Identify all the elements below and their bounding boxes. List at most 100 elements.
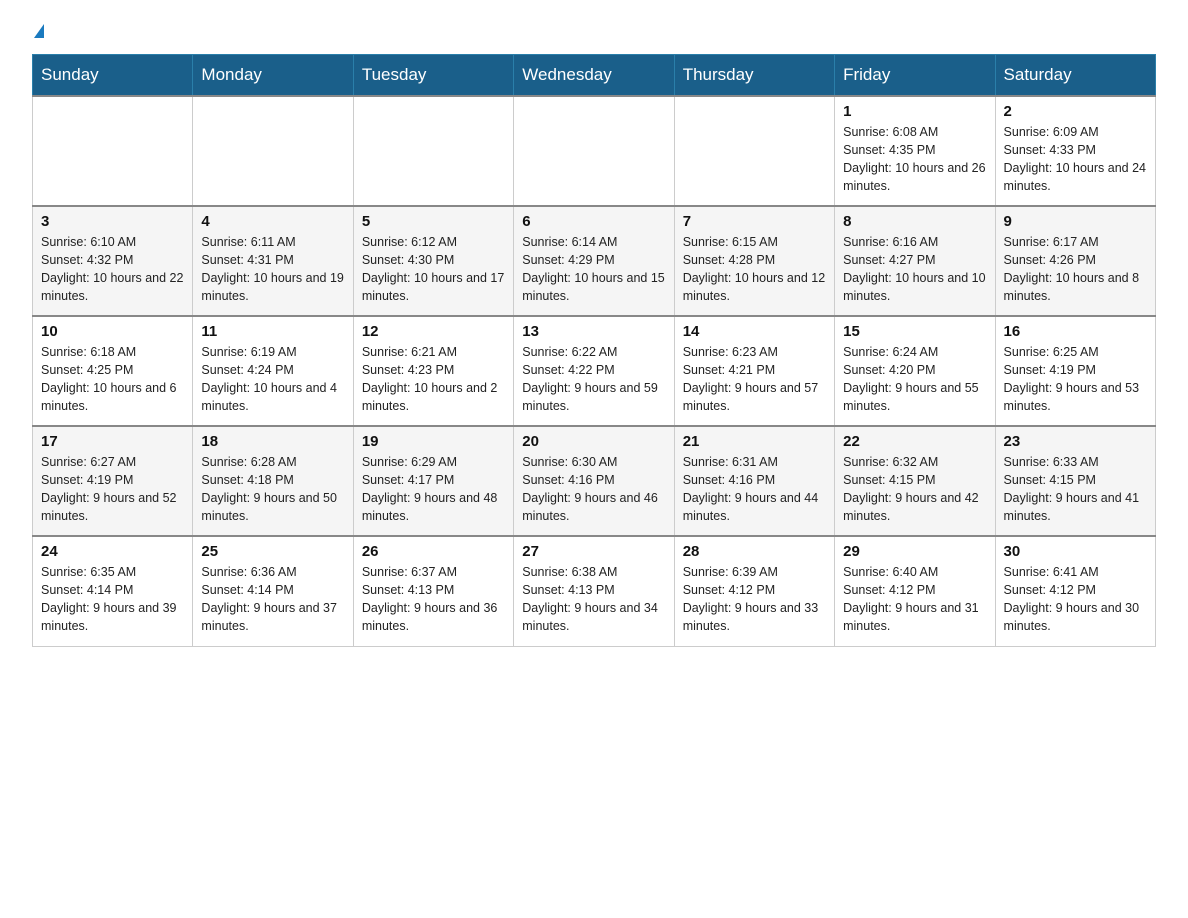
day-info: Sunrise: 6:39 AM Sunset: 4:12 PM Dayligh…: [683, 563, 826, 636]
day-number: 12: [362, 323, 505, 340]
day-number: 11: [201, 323, 344, 340]
calendar-cell: 4 Sunrise: 6:11 AM Sunset: 4:31 PM Daylig…: [193, 206, 353, 316]
calendar-cell: 2 Sunrise: 6:09 AM Sunset: 4:33 PM Daylig…: [995, 96, 1155, 206]
calendar-cell: 25 Sunrise: 6:36 AM Sunset: 4:14 PM Dayli…: [193, 536, 353, 646]
day-info: Sunrise: 6:31 AM Sunset: 4:16 PM Dayligh…: [683, 453, 826, 526]
day-of-week-header: Tuesday: [353, 55, 513, 97]
day-info: Sunrise: 6:17 AM Sunset: 4:26 PM Dayligh…: [1004, 233, 1147, 306]
calendar-cell: 17Sunrise: 6:27 AM Sunset: 4:19 PM Dayli…: [33, 426, 193, 536]
day-info: Sunrise: 6:24 AM Sunset: 4:20 PM Dayligh…: [843, 343, 986, 416]
calendar-week-row: 24Sunrise: 6:35 AM Sunset: 4:14 PM Dayli…: [33, 536, 1156, 646]
day-number: 23: [1004, 433, 1147, 450]
calendar-cell: 21 Sunrise: 6:31 AM Sunset: 4:16 PM Dayli…: [674, 426, 834, 536]
day-number: 27: [522, 543, 665, 560]
day-number: 14: [683, 323, 826, 340]
day-number: 19: [362, 433, 505, 450]
day-info: Sunrise: 6:21 AM Sunset: 4:23 PM Dayligh…: [362, 343, 505, 416]
calendar-cell: 24Sunrise: 6:35 AM Sunset: 4:14 PM Dayli…: [33, 536, 193, 646]
day-number: 30: [1004, 543, 1147, 560]
day-number: 2: [1004, 103, 1147, 120]
day-info: Sunrise: 6:10 AM Sunset: 4:32 PM Dayligh…: [41, 233, 184, 306]
day-number: 26: [362, 543, 505, 560]
day-of-week-header: Saturday: [995, 55, 1155, 97]
page-header: [32, 24, 1156, 38]
calendar-cell: 29 Sunrise: 6:40 AM Sunset: 4:12 PM Dayli…: [835, 536, 995, 646]
day-info: Sunrise: 6:36 AM Sunset: 4:14 PM Dayligh…: [201, 563, 344, 636]
logo-triangle-icon: [34, 24, 44, 38]
day-info: Sunrise: 6:29 AM Sunset: 4:17 PM Dayligh…: [362, 453, 505, 526]
day-info: Sunrise: 6:32 AM Sunset: 4:15 PM Dayligh…: [843, 453, 986, 526]
calendar-cell: 8 Sunrise: 6:16 AM Sunset: 4:27 PM Daylig…: [835, 206, 995, 316]
day-info: Sunrise: 6:23 AM Sunset: 4:21 PM Dayligh…: [683, 343, 826, 416]
calendar-cell: 27 Sunrise: 6:38 AM Sunset: 4:13 PM Dayli…: [514, 536, 674, 646]
calendar-cell: 15 Sunrise: 6:24 AM Sunset: 4:20 PM Dayli…: [835, 316, 995, 426]
calendar-cell: 16 Sunrise: 6:25 AM Sunset: 4:19 PM Dayli…: [995, 316, 1155, 426]
day-info: Sunrise: 6:38 AM Sunset: 4:13 PM Dayligh…: [522, 563, 665, 636]
calendar-week-row: 10 Sunrise: 6:18 AM Sunset: 4:25 PM Dayli…: [33, 316, 1156, 426]
day-number: 5: [362, 213, 505, 230]
calendar-header-row: SundayMondayTuesdayWednesdayThursdayFrid…: [33, 55, 1156, 97]
day-number: 4: [201, 213, 344, 230]
day-number: 8: [843, 213, 986, 230]
day-info: Sunrise: 6:22 AM Sunset: 4:22 PM Dayligh…: [522, 343, 665, 416]
day-info: Sunrise: 6:40 AM Sunset: 4:12 PM Dayligh…: [843, 563, 986, 636]
calendar-cell: 6 Sunrise: 6:14 AM Sunset: 4:29 PM Daylig…: [514, 206, 674, 316]
day-info: Sunrise: 6:27 AM Sunset: 4:19 PM Dayligh…: [41, 453, 184, 526]
day-of-week-header: Monday: [193, 55, 353, 97]
day-info: Sunrise: 6:08 AM Sunset: 4:35 PM Dayligh…: [843, 123, 986, 196]
day-info: Sunrise: 6:25 AM Sunset: 4:19 PM Dayligh…: [1004, 343, 1147, 416]
day-info: Sunrise: 6:41 AM Sunset: 4:12 PM Dayligh…: [1004, 563, 1147, 636]
day-number: 29: [843, 543, 986, 560]
calendar-cell: 20 Sunrise: 6:30 AM Sunset: 4:16 PM Dayli…: [514, 426, 674, 536]
day-of-week-header: Thursday: [674, 55, 834, 97]
calendar-cell: [193, 96, 353, 206]
calendar-cell: 28Sunrise: 6:39 AM Sunset: 4:12 PM Dayli…: [674, 536, 834, 646]
logo: [32, 24, 44, 38]
calendar-cell: 10 Sunrise: 6:18 AM Sunset: 4:25 PM Dayli…: [33, 316, 193, 426]
day-info: Sunrise: 6:09 AM Sunset: 4:33 PM Dayligh…: [1004, 123, 1147, 196]
day-of-week-header: Sunday: [33, 55, 193, 97]
calendar-cell: [514, 96, 674, 206]
calendar-cell: 7 Sunrise: 6:15 AM Sunset: 4:28 PM Daylig…: [674, 206, 834, 316]
day-number: 6: [522, 213, 665, 230]
calendar-cell: [674, 96, 834, 206]
calendar-week-row: 17Sunrise: 6:27 AM Sunset: 4:19 PM Dayli…: [33, 426, 1156, 536]
calendar-cell: 22 Sunrise: 6:32 AM Sunset: 4:15 PM Dayli…: [835, 426, 995, 536]
day-number: 10: [41, 323, 184, 340]
day-number: 1: [843, 103, 986, 120]
calendar-cell: 30 Sunrise: 6:41 AM Sunset: 4:12 PM Dayli…: [995, 536, 1155, 646]
calendar-cell: 9 Sunrise: 6:17 AM Sunset: 4:26 PM Daylig…: [995, 206, 1155, 316]
calendar-cell: 14 Sunrise: 6:23 AM Sunset: 4:21 PM Dayli…: [674, 316, 834, 426]
day-number: 15: [843, 323, 986, 340]
day-info: Sunrise: 6:14 AM Sunset: 4:29 PM Dayligh…: [522, 233, 665, 306]
day-info: Sunrise: 6:33 AM Sunset: 4:15 PM Dayligh…: [1004, 453, 1147, 526]
day-info: Sunrise: 6:18 AM Sunset: 4:25 PM Dayligh…: [41, 343, 184, 416]
day-info: Sunrise: 6:19 AM Sunset: 4:24 PM Dayligh…: [201, 343, 344, 416]
day-of-week-header: Wednesday: [514, 55, 674, 97]
day-info: Sunrise: 6:37 AM Sunset: 4:13 PM Dayligh…: [362, 563, 505, 636]
day-number: 16: [1004, 323, 1147, 340]
day-of-week-header: Friday: [835, 55, 995, 97]
day-number: 7: [683, 213, 826, 230]
calendar-cell: 23 Sunrise: 6:33 AM Sunset: 4:15 PM Dayli…: [995, 426, 1155, 536]
day-info: Sunrise: 6:30 AM Sunset: 4:16 PM Dayligh…: [522, 453, 665, 526]
day-number: 20: [522, 433, 665, 450]
day-number: 22: [843, 433, 986, 450]
calendar-cell: 3 Sunrise: 6:10 AM Sunset: 4:32 PM Daylig…: [33, 206, 193, 316]
calendar-cell: [33, 96, 193, 206]
calendar-cell: 26 Sunrise: 6:37 AM Sunset: 4:13 PM Dayli…: [353, 536, 513, 646]
calendar-cell: 1 Sunrise: 6:08 AM Sunset: 4:35 PM Daylig…: [835, 96, 995, 206]
day-number: 21: [683, 433, 826, 450]
day-number: 3: [41, 213, 184, 230]
day-number: 25: [201, 543, 344, 560]
day-info: Sunrise: 6:16 AM Sunset: 4:27 PM Dayligh…: [843, 233, 986, 306]
calendar-week-row: 1 Sunrise: 6:08 AM Sunset: 4:35 PM Daylig…: [33, 96, 1156, 206]
day-info: Sunrise: 6:35 AM Sunset: 4:14 PM Dayligh…: [41, 563, 184, 636]
calendar-week-row: 3 Sunrise: 6:10 AM Sunset: 4:32 PM Daylig…: [33, 206, 1156, 316]
day-number: 9: [1004, 213, 1147, 230]
calendar-table: SundayMondayTuesdayWednesdayThursdayFrid…: [32, 54, 1156, 647]
day-info: Sunrise: 6:15 AM Sunset: 4:28 PM Dayligh…: [683, 233, 826, 306]
day-info: Sunrise: 6:11 AM Sunset: 4:31 PM Dayligh…: [201, 233, 344, 306]
day-info: Sunrise: 6:28 AM Sunset: 4:18 PM Dayligh…: [201, 453, 344, 526]
calendar-cell: 12 Sunrise: 6:21 AM Sunset: 4:23 PM Dayli…: [353, 316, 513, 426]
